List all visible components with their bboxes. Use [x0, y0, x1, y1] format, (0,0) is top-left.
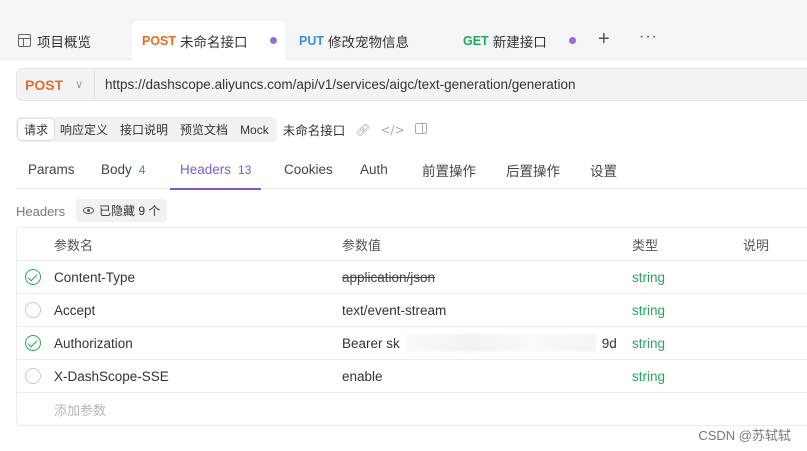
table-row: Authorization Bearer sk 9d string [17, 327, 807, 360]
checkbox-unchecked-icon[interactable] [25, 302, 41, 318]
sub-toolbar: 请求 响应定义 接口说明 预览文档 Mock 未命名接口 🔗︎ </> [16, 117, 427, 142]
table-row: Accept text/event-stream string [17, 294, 807, 327]
checkbox-unchecked-icon[interactable] [25, 368, 41, 384]
tab-label: Headers [180, 162, 232, 177]
table-row: X-DashScope-SSE enable string [17, 360, 807, 393]
tab-params[interactable]: Params [28, 150, 75, 189]
tab-auth[interactable]: Auth [360, 150, 388, 189]
code-icon[interactable]: </> [380, 123, 404, 137]
tab-update-pet[interactable]: PUT 修改宠物信息 [299, 21, 409, 60]
param-name[interactable]: Accept [54, 294, 95, 326]
redacted-region [405, 334, 596, 352]
tab-pre-operations[interactable]: 前置操作 [422, 150, 476, 189]
tab-label: 修改宠物信息 [328, 34, 409, 50]
unsaved-dot-icon [568, 37, 576, 44]
method-select[interactable]: POST ∨ [17, 69, 95, 100]
headers-section-label: Headers [16, 204, 66, 219]
column-header-value: 参数值 [342, 237, 382, 253]
chevron-down-icon: ∨ [75, 79, 84, 91]
tab-new-get[interactable]: GET 新建接口 [463, 21, 576, 60]
tab-label: Params [28, 162, 75, 177]
eye-icon [83, 207, 94, 214]
url-bar: POST ∨ [16, 68, 807, 101]
table-row: Content-Type application/json string [17, 261, 807, 294]
param-type[interactable]: string [632, 261, 665, 293]
column-header-description: 说明 [743, 237, 770, 253]
tab-label: 设置 [590, 163, 617, 179]
param-value[interactable]: text/event-stream [342, 294, 446, 326]
panel-icon[interactable] [414, 122, 427, 137]
method-badge: PUT [299, 33, 324, 48]
view-segmented-control: 请求 响应定义 接口说明 预览文档 Mock [16, 117, 277, 142]
param-name[interactable]: X-DashScope-SSE [54, 360, 169, 392]
seg-response-definition[interactable]: 响应定义 [54, 119, 114, 140]
method-badge: GET [463, 33, 489, 48]
param-name[interactable]: Authorization [54, 327, 133, 359]
tab-untitled-post[interactable]: POST 未命名接口 [132, 21, 285, 60]
tab-project-overview[interactable]: 项目概览 [18, 21, 91, 60]
column-header-name: 参数名 [54, 237, 94, 253]
tab-count: 13 [238, 162, 252, 177]
tab-count: 4 [138, 162, 146, 177]
checkbox-checked-icon[interactable] [25, 269, 41, 285]
param-value-prefix: Bearer sk [342, 335, 400, 351]
tab-label: Auth [360, 162, 388, 177]
tab-label: Body [101, 162, 132, 177]
seg-mock[interactable]: Mock [234, 119, 275, 140]
tab-post-operations[interactable]: 后置操作 [506, 150, 560, 189]
watermark: CSDN @苏轼轼 [698, 428, 791, 443]
param-type[interactable]: string [632, 360, 665, 392]
tab-label: 前置操作 [422, 163, 476, 179]
param-value-suffix: 9d [601, 335, 617, 351]
tab-body[interactable]: Body 4 [101, 150, 145, 189]
url-input[interactable] [95, 69, 807, 100]
seg-preview-docs[interactable]: 预览文档 [174, 119, 234, 140]
tab-settings[interactable]: 设置 [590, 150, 617, 189]
headers-table: 参数名 参数值 类型 说明 Content-Type application/j… [16, 227, 807, 426]
param-value[interactable]: application/json [342, 261, 435, 293]
table-header-row: 参数名 参数值 类型 说明 [17, 228, 807, 261]
tab-label: Cookies [284, 162, 333, 177]
tab-label: 未命名接口 [180, 34, 248, 50]
tab-bar: 项目概览 POST 未命名接口 PUT 修改宠物信息 GET 新建接口 + ··… [0, 0, 807, 60]
checkbox-checked-icon[interactable] [25, 335, 41, 351]
column-header-type: 类型 [632, 237, 659, 253]
add-tab-icon[interactable]: + [598, 28, 610, 51]
method-badge: POST [142, 33, 177, 48]
param-value[interactable]: Bearer sk 9d [342, 327, 617, 359]
tab-label: 新建接口 [492, 34, 547, 50]
tab-label: 项目概览 [37, 34, 91, 50]
request-tabs: Params Body 4 Headers 13 Cookies Auth 前置… [16, 150, 807, 190]
link-icon[interactable]: 🔗︎ [355, 123, 370, 137]
more-icon[interactable]: ··· [639, 28, 658, 46]
tab-headers[interactable]: Headers 13 [169, 150, 262, 190]
tab-label: 后置操作 [506, 163, 560, 179]
unsaved-dot-icon [269, 37, 277, 44]
hidden-headers-toggle[interactable]: 已隐藏 9 个 [76, 199, 168, 222]
api-name: 未命名接口 [282, 124, 346, 138]
param-type[interactable]: string [632, 294, 665, 326]
seg-request[interactable]: 请求 [18, 119, 55, 140]
method-select-value: POST [25, 76, 64, 93]
add-param-input[interactable]: 添加参数 [54, 393, 106, 426]
param-name[interactable]: Content-Type [54, 261, 135, 293]
seg-api-description[interactable]: 接口说明 [114, 119, 174, 140]
param-value[interactable]: enable [342, 360, 383, 392]
hidden-count-label: 已隐藏 9 个 [99, 204, 161, 218]
table-icon [18, 34, 31, 47]
tab-cookies[interactable]: Cookies [284, 150, 333, 189]
param-type[interactable]: string [632, 327, 665, 359]
